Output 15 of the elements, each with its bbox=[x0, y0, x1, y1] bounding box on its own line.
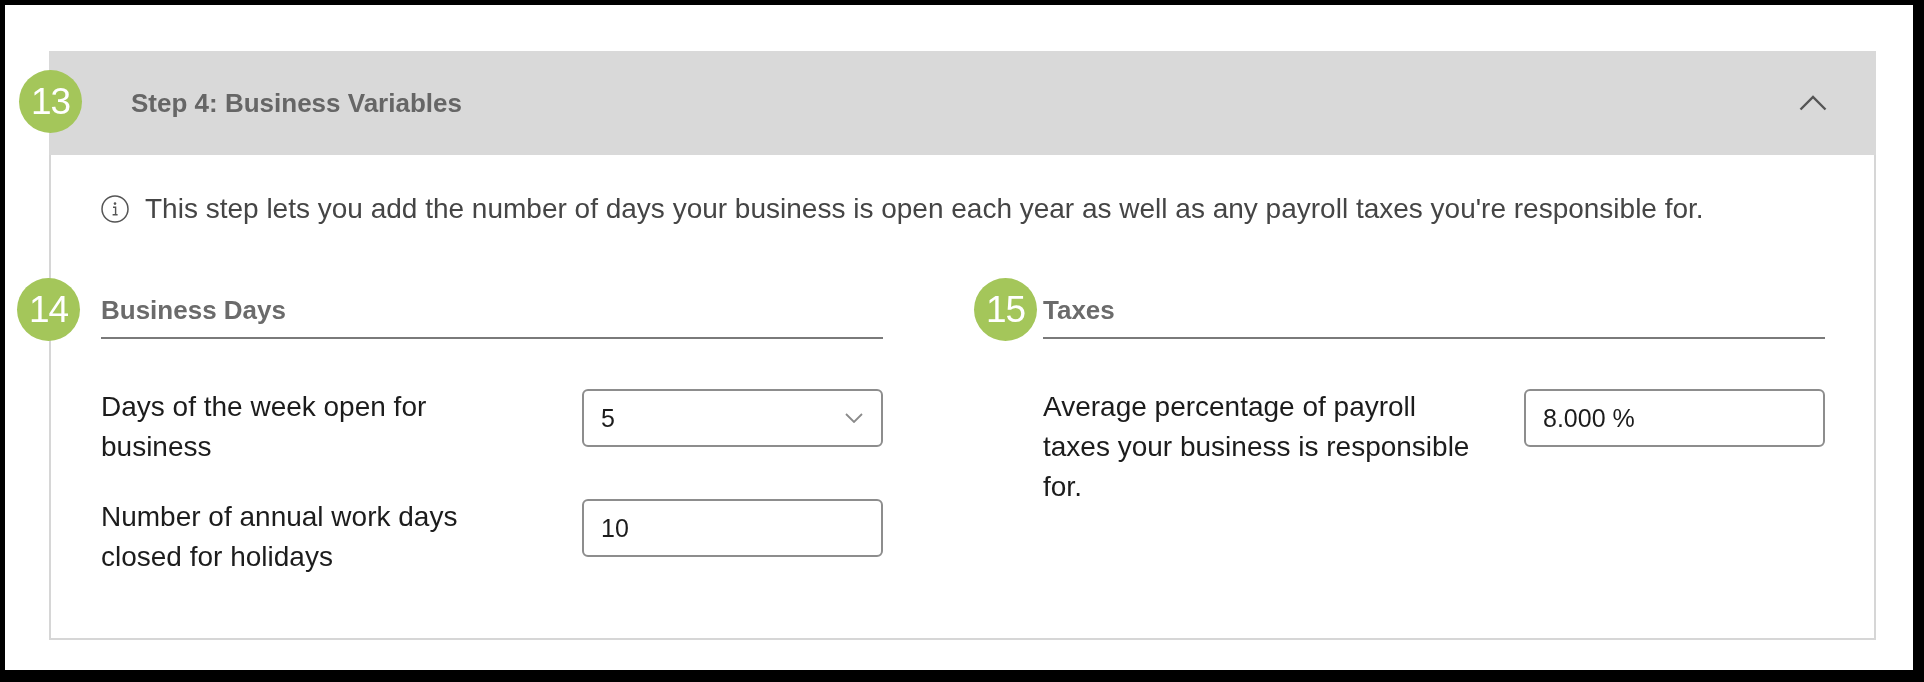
field-label: Number of annual work days closed for holidays bbox=[101, 500, 459, 574]
field-label: Average percentage of payroll taxes your business is responsible for. bbox=[1043, 390, 1471, 504]
info-icon bbox=[101, 195, 129, 223]
field-label: Days of the week open for business bbox=[101, 390, 428, 464]
step-title: Step 4: Business Variables bbox=[131, 88, 462, 118]
info-text: This step lets you add the number of days your business is open each year as well as any payroll taxes you're responsible for. bbox=[145, 193, 1704, 225]
number-marker: 14 bbox=[17, 278, 80, 341]
input-field[interactable]: 8.000 % bbox=[1524, 389, 1825, 447]
section-heading: Taxes bbox=[1043, 295, 1116, 325]
chevron-down-icon bbox=[845, 413, 863, 423]
chevron-up-icon[interactable] bbox=[1799, 95, 1827, 111]
section-heading: Business Days bbox=[101, 295, 287, 325]
select-field[interactable]: 5 bbox=[582, 389, 883, 447]
input-field[interactable]: 10 bbox=[582, 499, 883, 557]
number-marker: 15 bbox=[974, 278, 1037, 341]
